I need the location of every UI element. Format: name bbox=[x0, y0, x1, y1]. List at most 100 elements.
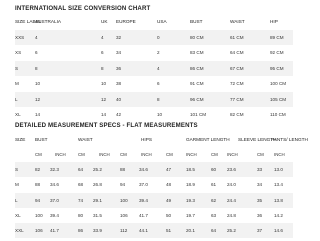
table-cell: 92 CM bbox=[270, 50, 284, 55]
table-cell: 31.5 bbox=[93, 212, 102, 218]
table-cell: 4 bbox=[101, 34, 104, 40]
table-cell: M bbox=[15, 81, 19, 86]
column-header: WAIST bbox=[230, 19, 245, 24]
table-cell: 37 bbox=[257, 228, 263, 234]
table-cell: 82 bbox=[35, 167, 41, 172]
table-cell: 26.8 bbox=[93, 182, 102, 188]
table-cell: 64 CM bbox=[230, 50, 244, 55]
unit-header: CM bbox=[35, 152, 42, 157]
table-cell: 4 bbox=[35, 34, 38, 40]
table-cell: XL bbox=[15, 112, 21, 117]
table-cell: 18.9 bbox=[186, 182, 195, 188]
table-cell: L bbox=[15, 96, 18, 102]
table-cell: 19.7 bbox=[186, 212, 195, 218]
table-cell: 88 bbox=[35, 182, 41, 188]
table-cell: 91 CM bbox=[190, 81, 204, 86]
table-cell: 24.4 bbox=[227, 197, 236, 203]
table-cell: 112 bbox=[120, 228, 128, 234]
table-cell: 96 CM bbox=[190, 96, 204, 102]
table-cell: 37.0 bbox=[139, 182, 148, 188]
table-cell: 44.1 bbox=[139, 228, 148, 234]
table-cell: 8 bbox=[157, 96, 160, 102]
table-row: L 12 12 40 8 96 CM 77 CM 105 CM bbox=[15, 91, 293, 107]
unit-header: CM bbox=[166, 152, 173, 157]
table-cell: 6 bbox=[101, 50, 104, 55]
table-cell: 82 CM bbox=[230, 112, 244, 117]
unit-header: CM bbox=[257, 152, 264, 157]
table-row: XXL 106 41.7 86 33.9 112 44.1 51 20.1 64 25.2 37 14.… bbox=[15, 223, 293, 239]
table-cell: 77 CM bbox=[230, 96, 244, 102]
table-cell: 101 CM bbox=[190, 112, 207, 117]
table-row: XS 6 6 34 2 83 CM 64 CM 92 CM bbox=[15, 45, 293, 60]
table-cell: 12 bbox=[35, 96, 41, 102]
column-header: GARMENT LENGTH bbox=[186, 137, 230, 142]
unit-header: CM bbox=[211, 152, 218, 157]
table-cell: 13.0 bbox=[274, 167, 283, 172]
table-cell: 36 bbox=[116, 65, 122, 71]
table-cell: 105 CM bbox=[270, 96, 287, 102]
column-header: UK bbox=[101, 19, 108, 24]
table-cell: 6 bbox=[157, 81, 160, 86]
table-cell: 47 bbox=[166, 167, 172, 172]
table-cell: 110 CM bbox=[270, 112, 286, 117]
table-cell: 100 bbox=[120, 197, 128, 203]
table-cell: 95 CM bbox=[270, 65, 284, 71]
table-cell: 60 bbox=[211, 167, 217, 172]
table-cell: 50 bbox=[166, 212, 172, 218]
table-cell: 80 bbox=[78, 212, 84, 218]
table-row: XXS 4 4 32 0 80 CM 61 CM 89 CM bbox=[15, 29, 293, 45]
table-cell: 10 bbox=[35, 81, 41, 86]
table-cell: 19.3 bbox=[186, 197, 195, 203]
table-header-row: SIZE LABEL AUSTRALIA UK EUROPE USA BUST WAIST H… bbox=[15, 14, 293, 29]
table-cell: 64 bbox=[78, 167, 84, 172]
table-cell: 61 bbox=[211, 182, 217, 188]
unit-header: INCH bbox=[99, 152, 110, 157]
table-cell: 34.6 bbox=[139, 167, 148, 172]
table-row: S 8 8 36 4 86 CM 67 CM 95 CM bbox=[15, 60, 293, 76]
table-cell: 42 bbox=[116, 112, 122, 117]
table-cell: 36 bbox=[257, 212, 263, 218]
column-header: HIPS bbox=[141, 137, 152, 142]
table-cell: 72 CM bbox=[230, 81, 244, 86]
table-cell: 34 bbox=[116, 50, 122, 55]
table-cell: 35 bbox=[257, 197, 263, 203]
unit-header: INCH bbox=[55, 152, 66, 157]
table-cell: 13.4 bbox=[274, 182, 283, 188]
table-cell: 100 bbox=[35, 212, 43, 218]
table-cell: 32 bbox=[116, 34, 122, 40]
table-cell: 39.4 bbox=[50, 212, 59, 218]
table-cell: 40 bbox=[116, 96, 122, 102]
table-cell: 68 bbox=[78, 182, 84, 188]
table-cell: 18.5 bbox=[186, 167, 195, 172]
unit-header: CM bbox=[120, 152, 127, 157]
table-cell: 89 CM bbox=[270, 34, 284, 40]
table-cell: 106 bbox=[120, 212, 128, 218]
table-cell: 33.9 bbox=[93, 228, 102, 234]
unit-header: CM bbox=[78, 152, 85, 157]
table-cell: 37.0 bbox=[50, 197, 59, 203]
table-cell: 86 bbox=[78, 228, 84, 234]
table-cell: 24.0 bbox=[227, 182, 236, 188]
table-cell: S bbox=[15, 167, 19, 172]
table-cell: 0 bbox=[157, 34, 160, 40]
table-row: M 10 10 38 6 91 CM 72 CM 100 CM bbox=[15, 76, 293, 91]
table-row: XL 100 39.4 80 31.5 106 41.7 50 19.7 63 24.8 36 14.2 bbox=[15, 208, 293, 223]
table-cell: 94 bbox=[35, 197, 41, 203]
table-cell: XL bbox=[15, 212, 21, 218]
table-row: S 82 32.3 64 25.2 88 34.6 47 18.5 60 23.6 33 13.0 bbox=[15, 162, 293, 177]
table-cell: 61 CM bbox=[230, 34, 244, 40]
table-cell: 10 bbox=[101, 81, 107, 86]
unit-header: INCH bbox=[186, 152, 197, 157]
table-row: M 88 34.6 68 26.8 94 37.0 48 18.9 61 24.0 34 13.4 bbox=[15, 177, 293, 192]
table-cell: 12 bbox=[101, 96, 107, 102]
table-cell: 25.2 bbox=[227, 228, 236, 234]
table-cell: 64 bbox=[211, 228, 217, 234]
table-cell: 20.1 bbox=[186, 228, 195, 234]
table-cell: 62 bbox=[211, 197, 217, 203]
column-header: SIZE bbox=[15, 137, 26, 142]
table-cell: 67 CM bbox=[230, 65, 244, 71]
table-cell: 25.2 bbox=[93, 167, 102, 172]
table-cell: 80 CM bbox=[190, 34, 204, 40]
unit-header: INCH bbox=[227, 152, 238, 157]
table-cell: 8 bbox=[35, 65, 38, 71]
